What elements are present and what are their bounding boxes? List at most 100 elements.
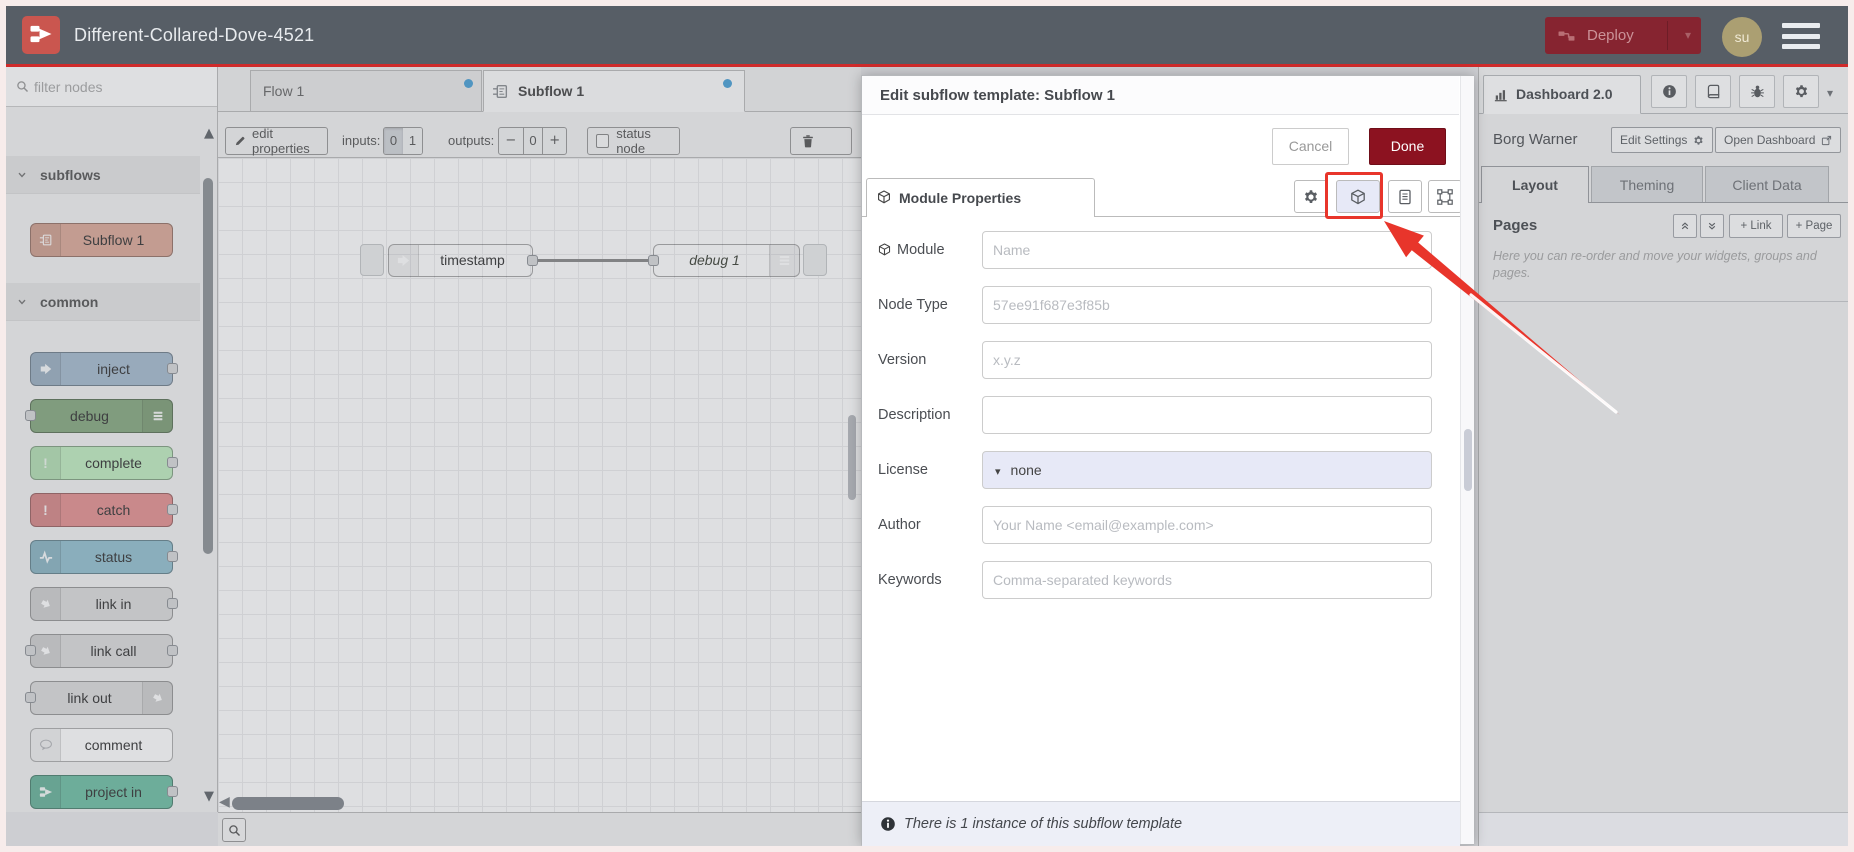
- right-sidebar: Dashboard 2.0 ▾ Borg Warner Edit Setting…: [1478, 67, 1848, 846]
- node-port: [167, 551, 178, 562]
- book-tab-button[interactable]: [1695, 75, 1731, 108]
- author-label: Author: [878, 517, 921, 533]
- palette-node-label: link call: [90, 643, 137, 659]
- dashboard-subtabs: Layout Theming Client Data: [1479, 165, 1848, 203]
- node-port: [167, 457, 178, 468]
- status-node-checkbox[interactable]: status node: [587, 126, 680, 156]
- palette-node-project-in[interactable]: project in: [30, 775, 178, 809]
- deploy-button[interactable]: Deploy ▾: [1545, 17, 1701, 54]
- palette-node-label: debug: [70, 408, 109, 424]
- version-input[interactable]: [982, 341, 1432, 379]
- description-label: Description: [878, 407, 951, 423]
- palette-node-comment[interactable]: comment: [30, 728, 173, 762]
- delete-subflow-button[interactable]: [790, 127, 852, 155]
- increase-outputs-button[interactable]: +: [542, 128, 566, 154]
- canvas-vertical-scrollbar[interactable]: [848, 415, 856, 500]
- dialog-scrollbar[interactable]: [1464, 429, 1472, 491]
- open-dashboard-button[interactable]: Open Dashboard: [1715, 127, 1842, 153]
- add-link-button[interactable]: + Link: [1729, 214, 1783, 238]
- main-menu-button[interactable]: [1782, 23, 1820, 49]
- trash-icon: [801, 134, 815, 148]
- author-input[interactable]: [982, 506, 1432, 544]
- tab-dashboard-2-0[interactable]: Dashboard 2.0: [1483, 75, 1641, 114]
- gear-tab-button[interactable]: [1783, 75, 1819, 108]
- inputs-option-1[interactable]: 1: [403, 128, 422, 154]
- unsaved-dot: [723, 79, 732, 88]
- flow-canvas[interactable]: timestamp debug 1 ◀: [218, 158, 861, 812]
- bubble-icon: [31, 729, 61, 761]
- keywords-input[interactable]: [982, 561, 1432, 599]
- edit-properties-button[interactable]: edit properties: [225, 126, 328, 156]
- palette-node-label: link out: [67, 690, 112, 706]
- debug-list-icon: [769, 245, 799, 276]
- pencil-icon: [234, 135, 246, 147]
- module-input[interactable]: [982, 231, 1432, 269]
- divider: [1667, 21, 1668, 50]
- node-type-label: Node Type: [878, 297, 948, 313]
- move-down-button[interactable]: [1700, 214, 1724, 238]
- license-select[interactable]: ▾ none: [982, 451, 1432, 489]
- tab-layout[interactable]: Layout: [1481, 166, 1589, 203]
- header-accent-line: [6, 64, 1848, 67]
- move-up-button[interactable]: [1673, 214, 1697, 238]
- palette-scrollbar[interactable]: [203, 178, 213, 554]
- tab-flow-1[interactable]: Flow 1: [250, 70, 482, 112]
- palette-scroll-down-icon[interactable]: ▼: [200, 790, 217, 806]
- bar-chart-icon: [1494, 88, 1508, 105]
- filter-nodes-input[interactable]: [34, 71, 204, 103]
- palette-node-link-in[interactable]: link in: [30, 587, 178, 621]
- chevron-down-icon: [16, 168, 28, 184]
- sidebar-caret-icon[interactable]: ▾: [1827, 87, 1833, 99]
- license-value: none: [1010, 462, 1042, 478]
- edit-subflow-dialog: Edit subflow template: Subflow 1 Cancel …: [861, 75, 1474, 846]
- decrease-outputs-button[interactable]: −: [499, 128, 524, 154]
- palette-node-link-call[interactable]: link call: [25, 634, 178, 668]
- palette-node-inject[interactable]: inject: [30, 352, 178, 386]
- palette-node-link-out[interactable]: link out: [25, 681, 173, 715]
- palette-node-label: Subflow 1: [82, 232, 145, 248]
- info-tab-button[interactable]: [1651, 75, 1687, 108]
- palette-node-status[interactable]: status: [30, 540, 178, 574]
- node-debug-1[interactable]: debug 1: [648, 244, 800, 277]
- tab-client-data[interactable]: Client Data: [1705, 166, 1829, 203]
- palette-section-subflows[interactable]: subflows: [6, 156, 200, 194]
- link-arrow-icon: [142, 682, 172, 714]
- palette-scroll-up-icon[interactable]: ▲: [200, 127, 217, 143]
- palette-node-catch[interactable]: ! catch: [30, 493, 178, 527]
- subflow-input-stub: [360, 244, 384, 276]
- inputs-toggle: 0 1: [383, 127, 423, 155]
- horizontal-scrollbar[interactable]: [232, 797, 344, 810]
- node-red-app: Different-Collared-Dove-4521 Deploy ▾ su…: [6, 6, 1848, 846]
- node-timestamp[interactable]: timestamp: [388, 244, 538, 277]
- node-port: [648, 255, 659, 266]
- instance-note: There is 1 instance of this subflow temp…: [904, 816, 1183, 832]
- sidebar-footer: [1479, 812, 1848, 846]
- palette-node-label: project in: [85, 784, 142, 800]
- inject-arrow-icon: [31, 353, 61, 385]
- unsaved-dot: [464, 79, 473, 88]
- palette-node-label: catch: [96, 502, 131, 518]
- scroll-left-icon[interactable]: ◀: [219, 795, 230, 809]
- deploy-caret-icon[interactable]: ▾: [1685, 29, 1691, 41]
- tab-theming[interactable]: Theming: [1591, 166, 1703, 203]
- search-flows-button[interactable]: [222, 818, 246, 842]
- node-port: [167, 504, 178, 515]
- add-page-button[interactable]: + Page: [1787, 214, 1841, 238]
- palette-node-Subflow-1[interactable]: Subflow 1: [30, 223, 173, 257]
- avatar[interactable]: su: [1722, 17, 1762, 57]
- palette-node-label: link in: [95, 596, 132, 612]
- node-type-input[interactable]: [982, 286, 1432, 324]
- project-name: Borg Warner: [1493, 131, 1578, 148]
- description-input[interactable]: [982, 396, 1432, 434]
- page-title: Different-Collared-Dove-4521: [74, 25, 315, 45]
- cube-icon: [878, 233, 891, 271]
- tab-subflow-1[interactable]: Subflow 1: [483, 70, 745, 112]
- inputs-option-0[interactable]: 0: [384, 128, 403, 154]
- dialog-footer: There is 1 instance of this subflow temp…: [862, 801, 1460, 846]
- edit-settings-button[interactable]: Edit Settings: [1611, 127, 1714, 153]
- palette-node-complete[interactable]: ! complete: [30, 446, 178, 480]
- node-palette: subflows Subflow 1 common inject debug ! compl…: [6, 67, 218, 812]
- palette-section-common[interactable]: common: [6, 283, 200, 321]
- palette-node-debug[interactable]: debug: [25, 399, 173, 433]
- bug-tab-button[interactable]: [1739, 75, 1775, 108]
